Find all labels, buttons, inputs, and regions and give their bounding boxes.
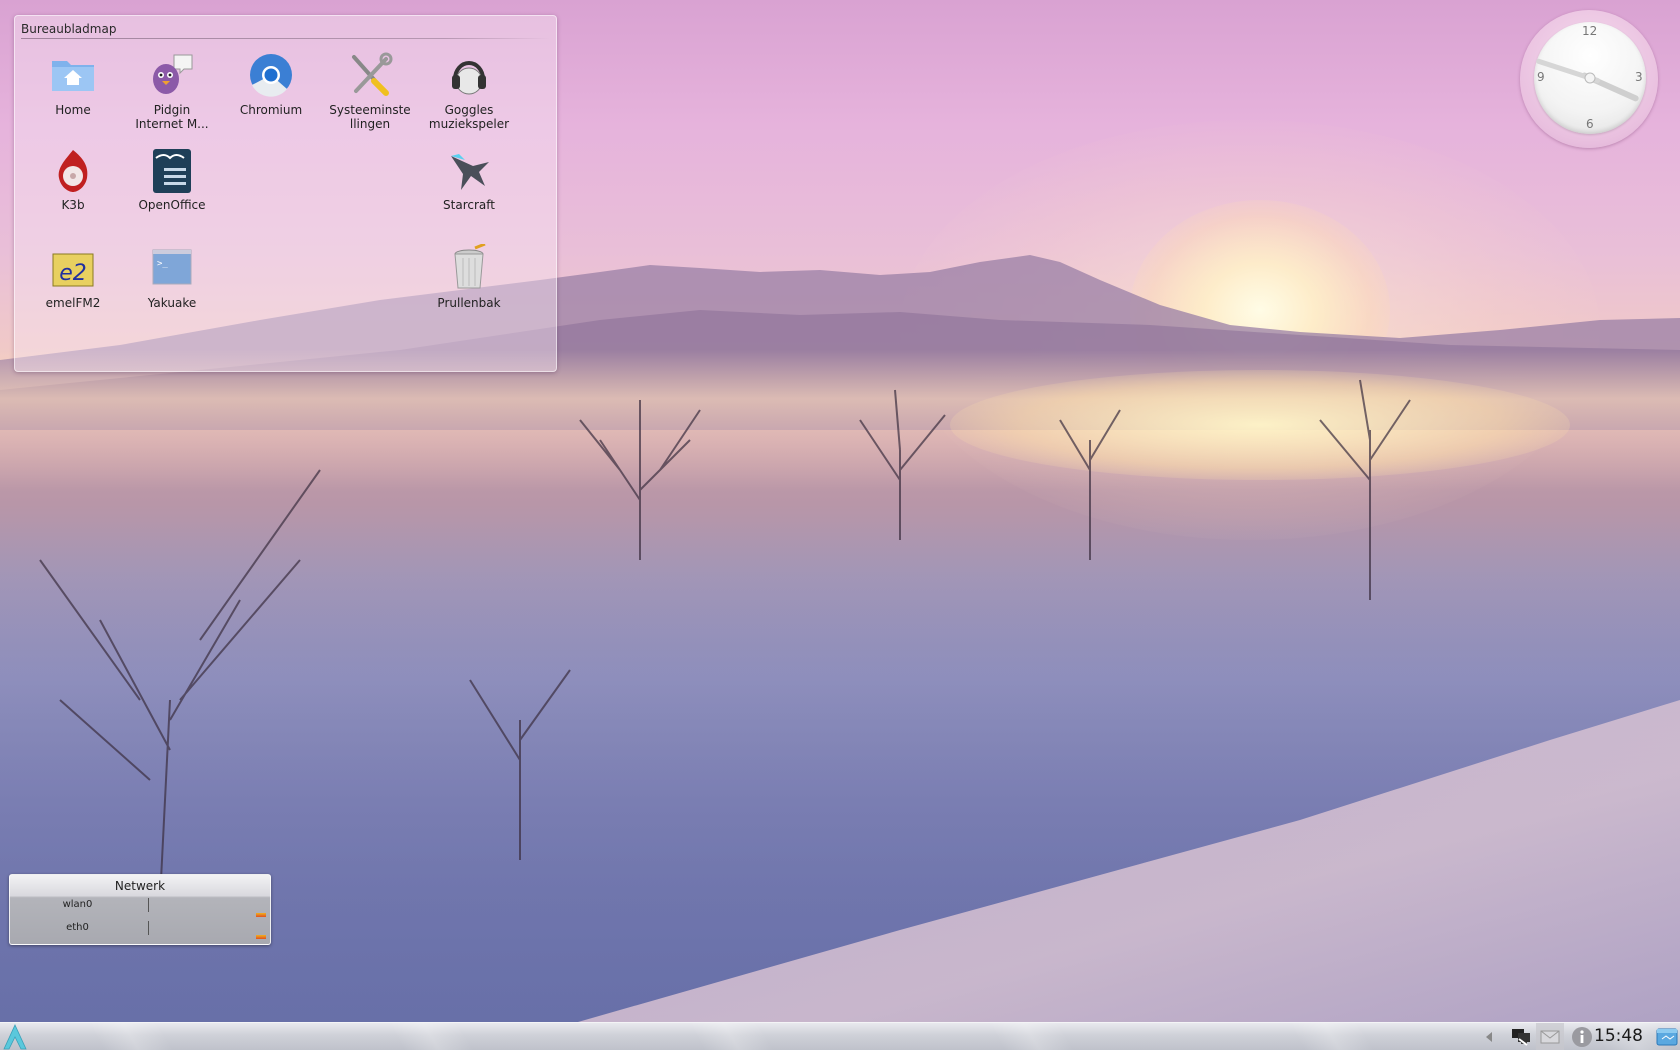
desktop-icon-system-settings[interactable]: Systeeminste llingen (322, 51, 418, 131)
label-line-2: llingen (349, 117, 391, 131)
desktop-icon-trash[interactable]: Prullenbak (421, 244, 517, 310)
openoffice-icon (153, 149, 191, 193)
system-tray (1508, 1023, 1596, 1050)
trash-icon (454, 244, 486, 289)
terminal-icon: >_ (152, 249, 192, 285)
analog-clock-widget[interactable]: 12 3 6 9 (1520, 10, 1658, 148)
digital-clock[interactable]: 15:48 (1594, 1026, 1643, 1046)
network-widget-title: Netwerk (114, 879, 166, 893)
label-line-1: Pidgin (153, 103, 191, 117)
label-line-2: Internet M... (135, 117, 209, 131)
k3b-icon (58, 150, 88, 192)
svg-text:e2: e2 (59, 261, 87, 286)
desktop-icon-pidgin[interactable]: Pidgin Internet M... (124, 51, 220, 131)
desktop-icon-openoffice[interactable]: OpenOffice (124, 146, 220, 212)
desktop-icon-chromium[interactable]: Chromium (223, 51, 319, 117)
graph-divider (148, 921, 149, 935)
folder-view-widget[interactable]: Bureaubladmap Home Pidgin Internet M... C… (14, 15, 557, 372)
tray-mail[interactable] (1536, 1023, 1564, 1050)
taskbar-panel: 15:48 (0, 1022, 1680, 1050)
desktop-icon-k3b[interactable]: K3b (25, 146, 121, 212)
chromium-icon (250, 54, 292, 97)
desktop-icon-emelfm2[interactable]: e2 emelFM2 (25, 244, 121, 310)
interface-name: wlan0 (62, 899, 93, 910)
settings-tools-icon (352, 52, 393, 96)
desktop-icon-home[interactable]: Home (25, 51, 121, 117)
tray-network-manager[interactable] (1508, 1023, 1536, 1050)
interface-name: eth0 (66, 922, 89, 933)
network-manager-icon (1512, 1029, 1530, 1046)
pidgin-icon (153, 54, 193, 94)
show-desktop-icon[interactable] (1656, 1026, 1678, 1048)
traffic-indicator (256, 913, 266, 917)
clock-face: 12 3 6 9 (1534, 22, 1646, 134)
network-interface-row: wlan0 (10, 895, 270, 917)
label-line-2: muziekspeler (428, 117, 510, 131)
headphones-icon (452, 61, 486, 95)
label-line-1: Goggles (444, 103, 494, 117)
mail-icon (1540, 1030, 1560, 1044)
tray-expand-arrow-icon[interactable] (1485, 1031, 1493, 1043)
desktop-icon-goggles[interactable]: Goggles muziekspeler (421, 51, 517, 131)
info-icon (1572, 1027, 1592, 1047)
label-line-1: Systeeminste (329, 103, 411, 117)
clock-hands (1536, 58, 1639, 102)
folder-view-title: Bureaubladmap (21, 22, 117, 36)
starcraft-icon (451, 154, 489, 190)
graph-divider (148, 898, 149, 912)
tray-info[interactable] (1568, 1023, 1596, 1050)
clock-center-pin (1584, 72, 1596, 84)
emelfm2-icon: e2 (52, 253, 94, 287)
desktop-icon-yakuake[interactable]: >_ Yakuake (124, 244, 220, 310)
home-folder-icon (52, 61, 94, 91)
panel-background (0, 1023, 1680, 1050)
svg-text:>_: >_ (157, 259, 168, 269)
title-divider (21, 38, 550, 39)
arch-linux-icon[interactable] (2, 1024, 28, 1050)
traffic-indicator (256, 935, 266, 939)
network-monitor-widget[interactable]: Netwerk wlan0 eth0 (9, 874, 271, 945)
network-interface-row: eth0 (10, 918, 270, 940)
desktop-icon-starcraft[interactable]: Starcraft (421, 146, 517, 212)
